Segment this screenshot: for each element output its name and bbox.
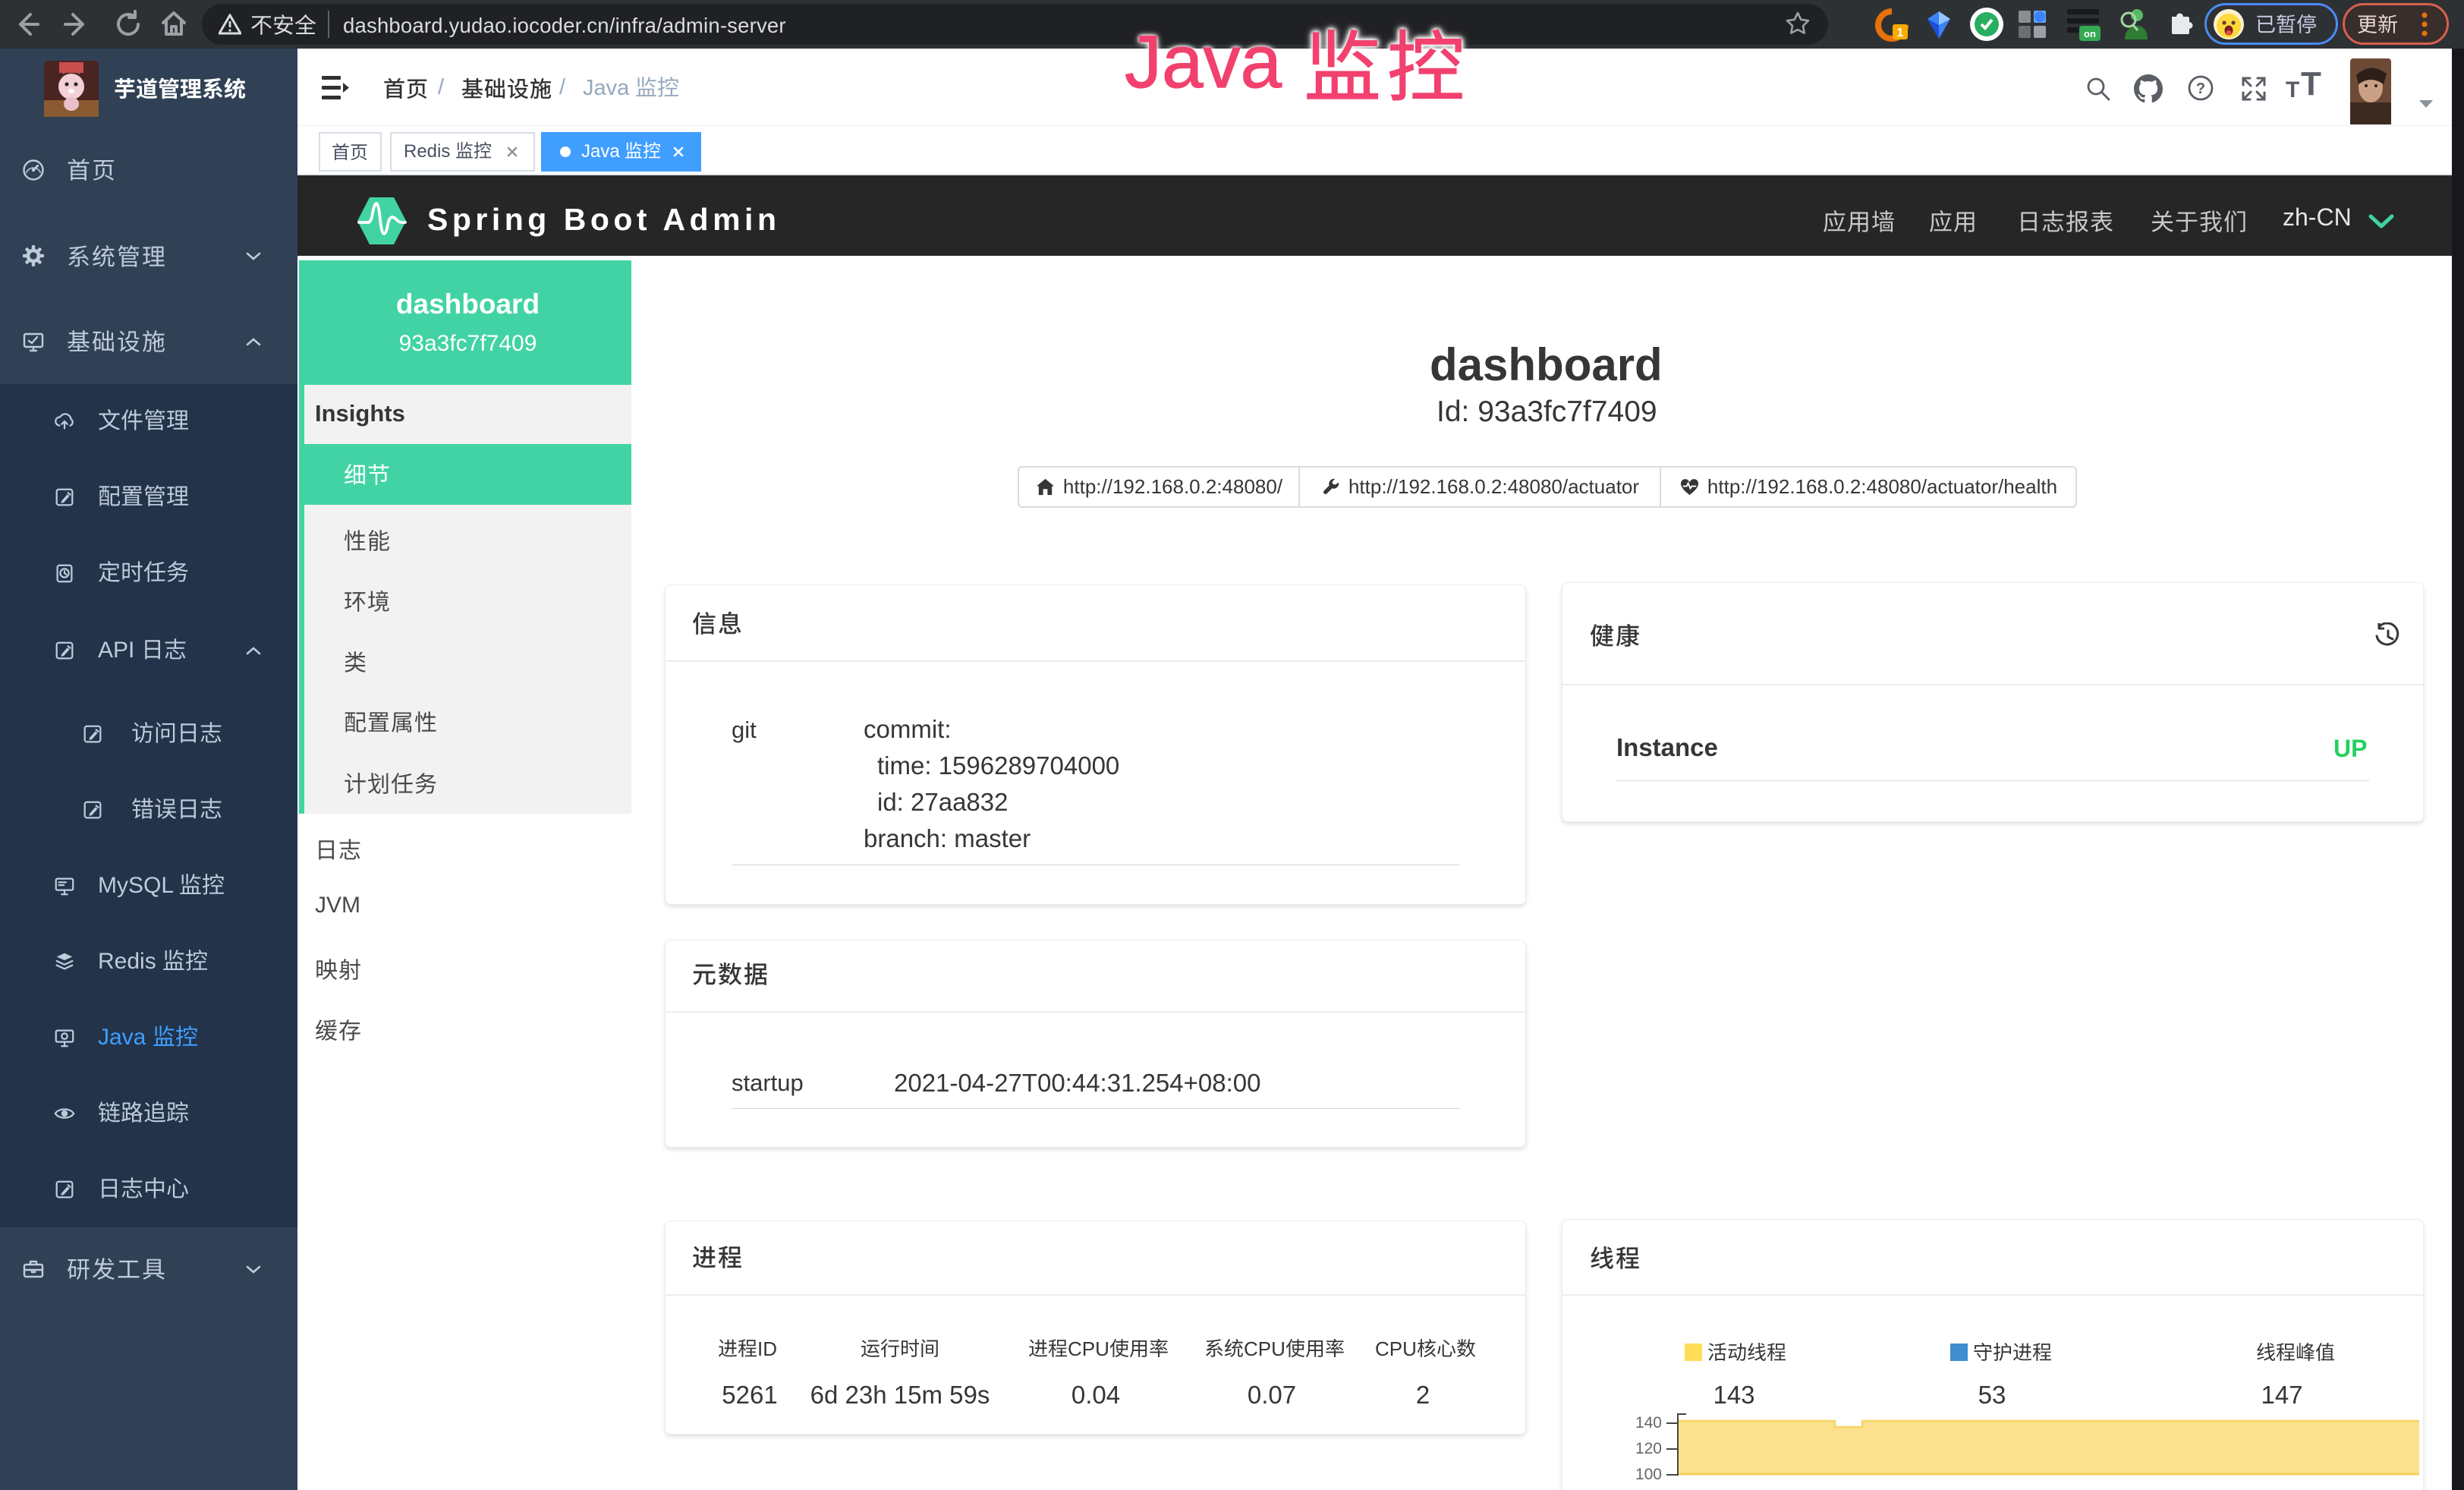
svg-text:on: on <box>2084 28 2096 39</box>
svg-text:1: 1 <box>1897 27 1904 39</box>
svg-text:?: ? <box>2196 80 2205 97</box>
